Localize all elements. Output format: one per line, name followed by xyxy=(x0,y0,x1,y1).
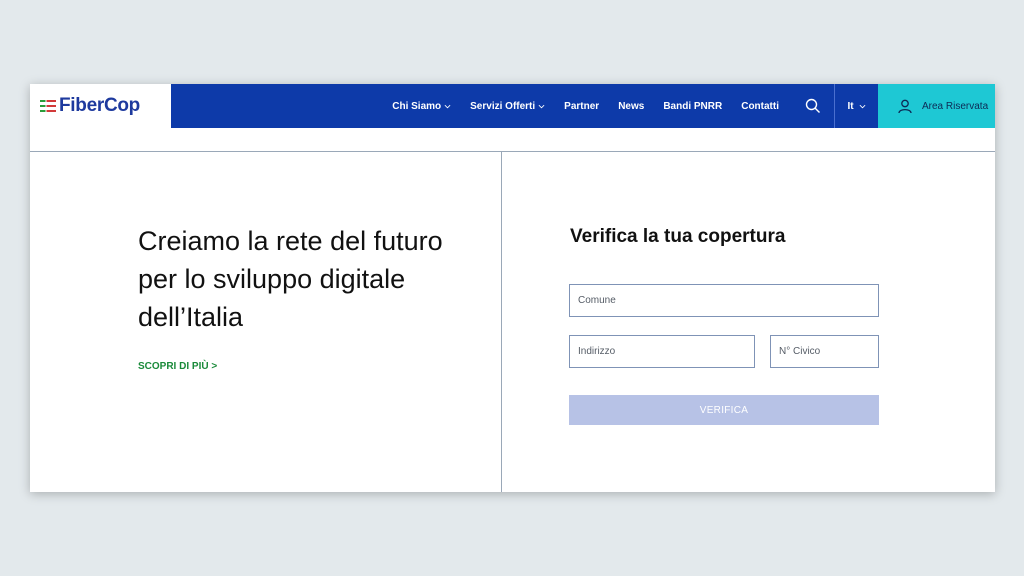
search-icon xyxy=(805,98,820,113)
nav-item-label: Chi Siamo xyxy=(392,100,442,112)
nav-item-news[interactable]: News xyxy=(618,101,644,112)
logo-text: FiberCop xyxy=(59,95,140,116)
section-divider xyxy=(30,151,995,152)
comune-input[interactable] xyxy=(569,284,879,317)
nav-item-label: Bandi PNRR xyxy=(663,100,723,112)
column-divider xyxy=(501,151,502,492)
discover-more-link[interactable]: SCOPRI DI PIÙ > xyxy=(138,361,217,372)
indirizzo-input[interactable] xyxy=(569,335,755,368)
nav-item-partner[interactable]: Partner xyxy=(564,101,599,112)
nav-item-label: News xyxy=(618,100,645,112)
logo-mark-icon xyxy=(40,100,56,112)
reserved-area-label: Area Riservata xyxy=(922,100,989,112)
chevron-down-icon xyxy=(444,104,451,108)
reserved-area-button[interactable]: Area Riservata xyxy=(878,84,995,128)
language-label: It xyxy=(847,100,854,112)
nav-item-chi-siamo[interactable]: Chi Siamo xyxy=(392,101,451,112)
hero-headline: Creiamo la rete del futuro per lo svilup… xyxy=(138,226,443,332)
nav-item-servizi-offerti[interactable]: Servizi Offerti xyxy=(470,101,545,112)
logo[interactable]: FiberCop xyxy=(30,84,171,128)
site-header: FiberCop Chi Siamo Servizi Offerti Partn… xyxy=(30,84,995,128)
nav-item-bandi-pnrr[interactable]: Bandi PNRR xyxy=(663,101,722,112)
chevron-down-icon xyxy=(859,104,865,108)
main-nav: Chi Siamo Servizi Offerti Partner News B… xyxy=(171,84,834,128)
coverage-form-title: Verifica la tua copertura xyxy=(570,226,786,247)
nav-item-label: Contatti xyxy=(741,100,779,112)
civico-input[interactable] xyxy=(770,335,879,368)
nav-item-label: Partner xyxy=(564,100,600,112)
nav-item-label: Servizi Offerti xyxy=(470,100,536,112)
chevron-down-icon xyxy=(538,104,545,108)
verify-button[interactable]: VERIFICA xyxy=(569,395,879,425)
nav-item-contatti[interactable]: Contatti xyxy=(741,101,779,112)
user-icon xyxy=(898,99,912,113)
language-selector[interactable]: It xyxy=(834,84,878,128)
search-button[interactable] xyxy=(804,97,822,115)
browser-page: FiberCop Chi Siamo Servizi Offerti Partn… xyxy=(30,84,995,492)
